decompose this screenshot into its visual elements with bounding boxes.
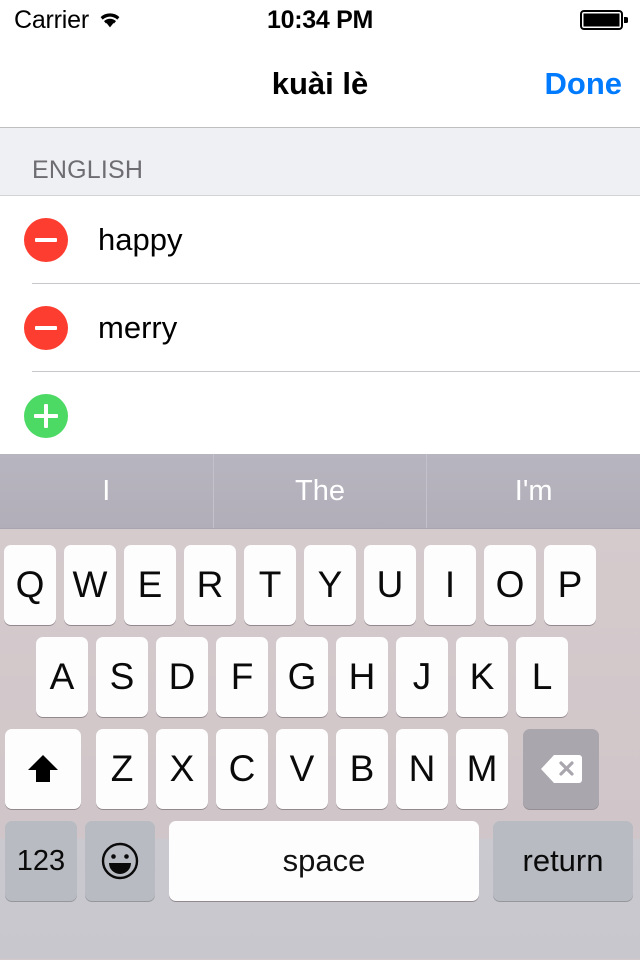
key-e[interactable]: E <box>124 545 176 625</box>
keyboard-row-4: 123 space return <box>0 821 640 901</box>
key-r[interactable]: R <box>184 545 236 625</box>
backspace-delete-icon <box>539 753 583 785</box>
emoji-smiley-icon <box>98 839 142 883</box>
key-u[interactable]: U <box>364 545 416 625</box>
predictive-text-bar: I The I'm <box>0 454 640 529</box>
key-m[interactable]: M <box>456 729 508 809</box>
section-header-english: ENGLISH <box>0 128 640 196</box>
battery-full-icon <box>580 9 628 31</box>
key-v[interactable]: V <box>276 729 328 809</box>
key-s[interactable]: S <box>96 637 148 717</box>
minus-glyph <box>35 326 57 330</box>
keyboard-row-2: A S D F G H J K L <box>0 637 640 717</box>
table-row[interactable]: happy <box>0 196 640 284</box>
key-y[interactable]: Y <box>304 545 356 625</box>
entry-table: ENGLISH happy merry <box>0 128 640 460</box>
key-h[interactable]: H <box>336 637 388 717</box>
clock-label: 10:34 PM <box>267 5 373 34</box>
shift-arrow-icon <box>23 749 63 789</box>
shift-key[interactable] <box>5 729 81 809</box>
numbers-key[interactable]: 123 <box>5 821 77 901</box>
key-p[interactable]: P <box>544 545 596 625</box>
keyboard-row-1: Q W E R T Y U I O P <box>0 545 640 625</box>
key-g[interactable]: G <box>276 637 328 717</box>
add-entry-row[interactable] <box>0 372 640 460</box>
key-l[interactable]: L <box>516 637 568 717</box>
key-k[interactable]: K <box>456 637 508 717</box>
return-key[interactable]: return <box>493 821 633 901</box>
key-d[interactable]: D <box>156 637 208 717</box>
iphone-screen: Carrier 10:34 PM kuài lè Done ENGLISH ha… <box>0 0 640 960</box>
done-button[interactable]: Done <box>545 40 623 127</box>
keyboard-row-3: Z X C V B N M <box>0 729 640 809</box>
key-c[interactable]: C <box>216 729 268 809</box>
section-header-label: ENGLISH <box>32 156 144 184</box>
status-bar: Carrier 10:34 PM <box>0 0 640 40</box>
minus-glyph <box>35 238 57 242</box>
key-f[interactable]: F <box>216 637 268 717</box>
key-a[interactable]: A <box>36 637 88 717</box>
navigation-bar: kuài lè Done <box>0 40 640 128</box>
key-w[interactable]: W <box>64 545 116 625</box>
status-bar-right <box>580 0 628 40</box>
space-key[interactable]: space <box>169 821 479 901</box>
backspace-key[interactable] <box>523 729 599 809</box>
minus-circle-icon[interactable] <box>24 218 68 262</box>
table-row[interactable]: merry <box>0 284 640 372</box>
minus-circle-icon[interactable] <box>24 306 68 350</box>
key-q[interactable]: Q <box>4 545 56 625</box>
key-t[interactable]: T <box>244 545 296 625</box>
prediction-candidate-2[interactable]: The <box>212 454 427 528</box>
key-n[interactable]: N <box>396 729 448 809</box>
plus-glyph <box>34 404 58 428</box>
plus-circle-icon[interactable] <box>24 394 68 438</box>
prediction-candidate-3[interactable]: I'm <box>426 454 640 528</box>
key-x[interactable]: X <box>156 729 208 809</box>
key-b[interactable]: B <box>336 729 388 809</box>
software-keyboard: I The I'm Q W E R T Y U I O P A S D F G … <box>0 454 640 960</box>
key-j[interactable]: J <box>396 637 448 717</box>
emoji-key[interactable] <box>85 821 155 901</box>
prediction-candidate-1[interactable]: I <box>0 454 213 528</box>
key-i[interactable]: I <box>424 545 476 625</box>
key-z[interactable]: Z <box>96 729 148 809</box>
table-row-label: happy <box>98 222 183 257</box>
key-o[interactable]: O <box>484 545 536 625</box>
keyboard-keys: Q W E R T Y U I O P A S D F G H J K L Z … <box>0 529 640 959</box>
table-row-label: merry <box>98 310 178 345</box>
